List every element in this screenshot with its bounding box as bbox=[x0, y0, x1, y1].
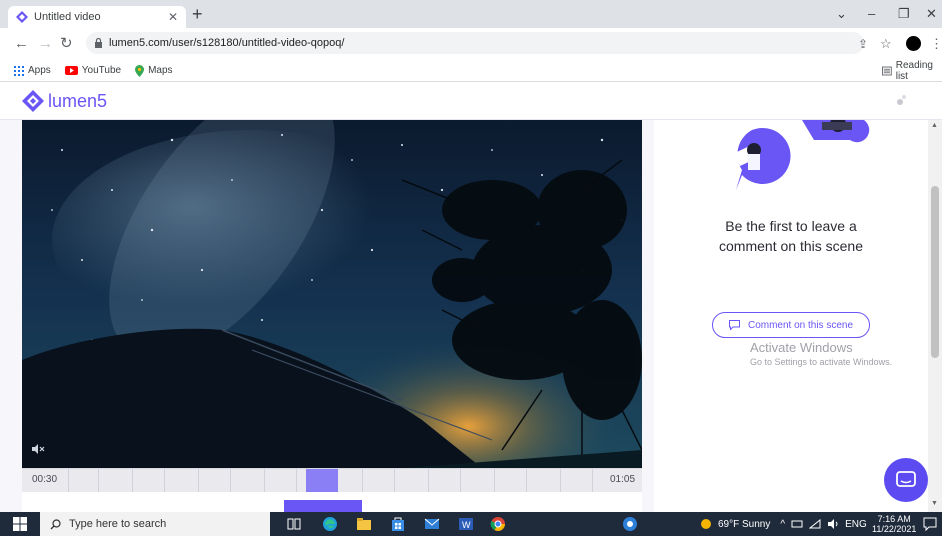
editor-content: 00:30 01:05 Be the first to leave a comm… bbox=[0, 120, 942, 512]
lumen5-favicon-icon bbox=[16, 11, 28, 23]
reading-list-icon bbox=[882, 66, 892, 75]
notification-icon[interactable] bbox=[896, 94, 908, 106]
close-window-button[interactable]: ✕ bbox=[926, 6, 937, 22]
file-explorer-icon[interactable] bbox=[356, 516, 372, 532]
edge-browser-icon[interactable] bbox=[322, 516, 338, 532]
comment-on-scene-button[interactable]: Comment on this scene bbox=[712, 312, 870, 338]
scene-video-preview[interactable] bbox=[22, 120, 642, 468]
activate-windows-watermark: Activate Windows Go to Settings to activ… bbox=[750, 340, 892, 367]
weather-text[interactable]: 69°F Sunny bbox=[718, 519, 770, 530]
mail-icon[interactable] bbox=[424, 516, 440, 532]
bookmark-label: Maps bbox=[148, 65, 173, 76]
profile-avatar[interactable] bbox=[906, 36, 921, 51]
watermark-line1: Activate Windows bbox=[750, 340, 853, 355]
windows-start-icon[interactable] bbox=[12, 516, 28, 532]
menu-kebab-icon[interactable]: ⋮ bbox=[930, 36, 942, 51]
maps-pin-icon bbox=[135, 64, 145, 77]
microsoft-store-icon[interactable] bbox=[390, 516, 406, 532]
system-tray: 69°F Sunny ^ ENG bbox=[700, 512, 867, 536]
address-bar[interactable]: lumen5.com/user/s128180/untitled-video-q… bbox=[86, 32, 864, 54]
navigation-bar: ← → ↻ lumen5.com/user/s128180/untitled-v… bbox=[0, 28, 942, 60]
comment-icon bbox=[728, 320, 740, 330]
lumen5-logo-icon[interactable] bbox=[22, 90, 44, 112]
close-tab-icon[interactable]: ✕ bbox=[168, 10, 178, 24]
new-tab-button[interactable]: + bbox=[192, 5, 203, 23]
empty-comments-line2: comment on this scene bbox=[719, 238, 863, 254]
playhead-handle[interactable] bbox=[284, 500, 362, 512]
timeline-start-time: 00:30 bbox=[32, 474, 58, 485]
search-placeholder: Type here to search bbox=[69, 518, 167, 530]
url-text: lumen5.com/user/s128180/untitled-video-q… bbox=[109, 37, 345, 49]
tab-untitled-video[interactable]: Untitled video ✕ bbox=[8, 6, 186, 28]
bookmark-label: YouTube bbox=[81, 65, 122, 76]
browser-tab-bar: Untitled video ✕ + ⌄ – ❐ ✕ bbox=[0, 0, 942, 28]
language-indicator[interactable]: ENG bbox=[845, 519, 867, 530]
comment-button-label: Comment on this scene bbox=[747, 319, 854, 331]
reading-list-button[interactable]: Reading list bbox=[882, 60, 942, 82]
comment-illustration bbox=[734, 120, 870, 190]
empty-comments-line1: Be the first to leave a bbox=[725, 218, 857, 234]
forward-button[interactable]: → bbox=[38, 36, 53, 51]
night-sky-image bbox=[22, 120, 642, 468]
timeline-end-time: 01:05 bbox=[610, 474, 636, 485]
chat-icon bbox=[896, 471, 916, 487]
comments-panel: Be the first to leave a comment on this … bbox=[654, 120, 928, 512]
lock-icon bbox=[95, 38, 102, 48]
task-view-icon[interactable] bbox=[286, 516, 302, 532]
empty-comments-message: Be the first to leave a comment on this … bbox=[654, 216, 928, 256]
tab-title: Untitled video bbox=[34, 11, 101, 23]
tab-search-chevron-icon[interactable]: ⌄ bbox=[836, 6, 847, 22]
reading-list-label: Reading list bbox=[895, 59, 933, 82]
watermark-line2: Go to Settings to activate Windows. bbox=[750, 357, 893, 367]
clock-time: 7:16 AM bbox=[877, 514, 911, 524]
wifi-icon[interactable] bbox=[809, 519, 821, 529]
bookmark-label: Apps bbox=[28, 65, 51, 76]
notifications-icon[interactable] bbox=[922, 516, 938, 532]
app-taskbar-icon[interactable] bbox=[622, 516, 638, 532]
bookmark-star-icon[interactable]: ☆ bbox=[880, 36, 892, 51]
restore-button[interactable]: ❐ bbox=[898, 6, 910, 22]
scroll-up-arrow-icon[interactable]: ▲ bbox=[931, 122, 938, 129]
taskbar-clock[interactable]: 7:16 AM 11/22/2021 bbox=[872, 514, 916, 534]
weather-sun-icon bbox=[701, 519, 711, 529]
windows-taskbar: Type here to search W 69°F Sunny ^ ENG 7… bbox=[0, 512, 942, 536]
taskbar-search-box[interactable]: Type here to search bbox=[40, 512, 270, 536]
volume-icon[interactable] bbox=[827, 519, 839, 529]
bookmark-apps[interactable]: Apps bbox=[14, 65, 51, 76]
timeline-footer bbox=[22, 492, 642, 512]
svg-text:W: W bbox=[462, 520, 471, 530]
scroll-down-arrow-icon[interactable]: ▼ bbox=[931, 500, 938, 507]
reload-button[interactable]: ↻ bbox=[60, 36, 73, 51]
minimize-button[interactable]: – bbox=[868, 6, 875, 21]
bookmark-youtube[interactable]: YouTube bbox=[64, 65, 122, 76]
scrollbar-thumb[interactable] bbox=[931, 186, 939, 358]
app-header: lumen5 bbox=[0, 82, 942, 120]
clock-date: 11/22/2021 bbox=[872, 524, 917, 534]
chrome-icon[interactable] bbox=[490, 516, 506, 532]
chat-support-button[interactable] bbox=[884, 458, 928, 502]
show-hidden-icons-chevron-icon[interactable]: ^ bbox=[780, 519, 785, 530]
share-icon[interactable]: ⇪ bbox=[858, 37, 868, 52]
network-icon[interactable] bbox=[791, 519, 803, 529]
bookmarks-bar: Apps YouTube Maps Reading list bbox=[0, 60, 942, 82]
timeline-playhead[interactable] bbox=[306, 469, 338, 493]
youtube-icon bbox=[64, 66, 78, 75]
scene-timeline[interactable]: 00:30 01:05 bbox=[22, 468, 642, 493]
word-icon[interactable]: W bbox=[458, 516, 474, 532]
logo-text[interactable]: lumen5 bbox=[48, 91, 107, 112]
search-icon bbox=[50, 518, 61, 529]
back-button[interactable]: ← bbox=[14, 36, 29, 51]
page-scrollbar[interactable]: ▲ ▼ bbox=[928, 120, 942, 512]
apps-grid-icon bbox=[14, 65, 24, 76]
bookmark-maps[interactable]: Maps bbox=[135, 64, 173, 77]
